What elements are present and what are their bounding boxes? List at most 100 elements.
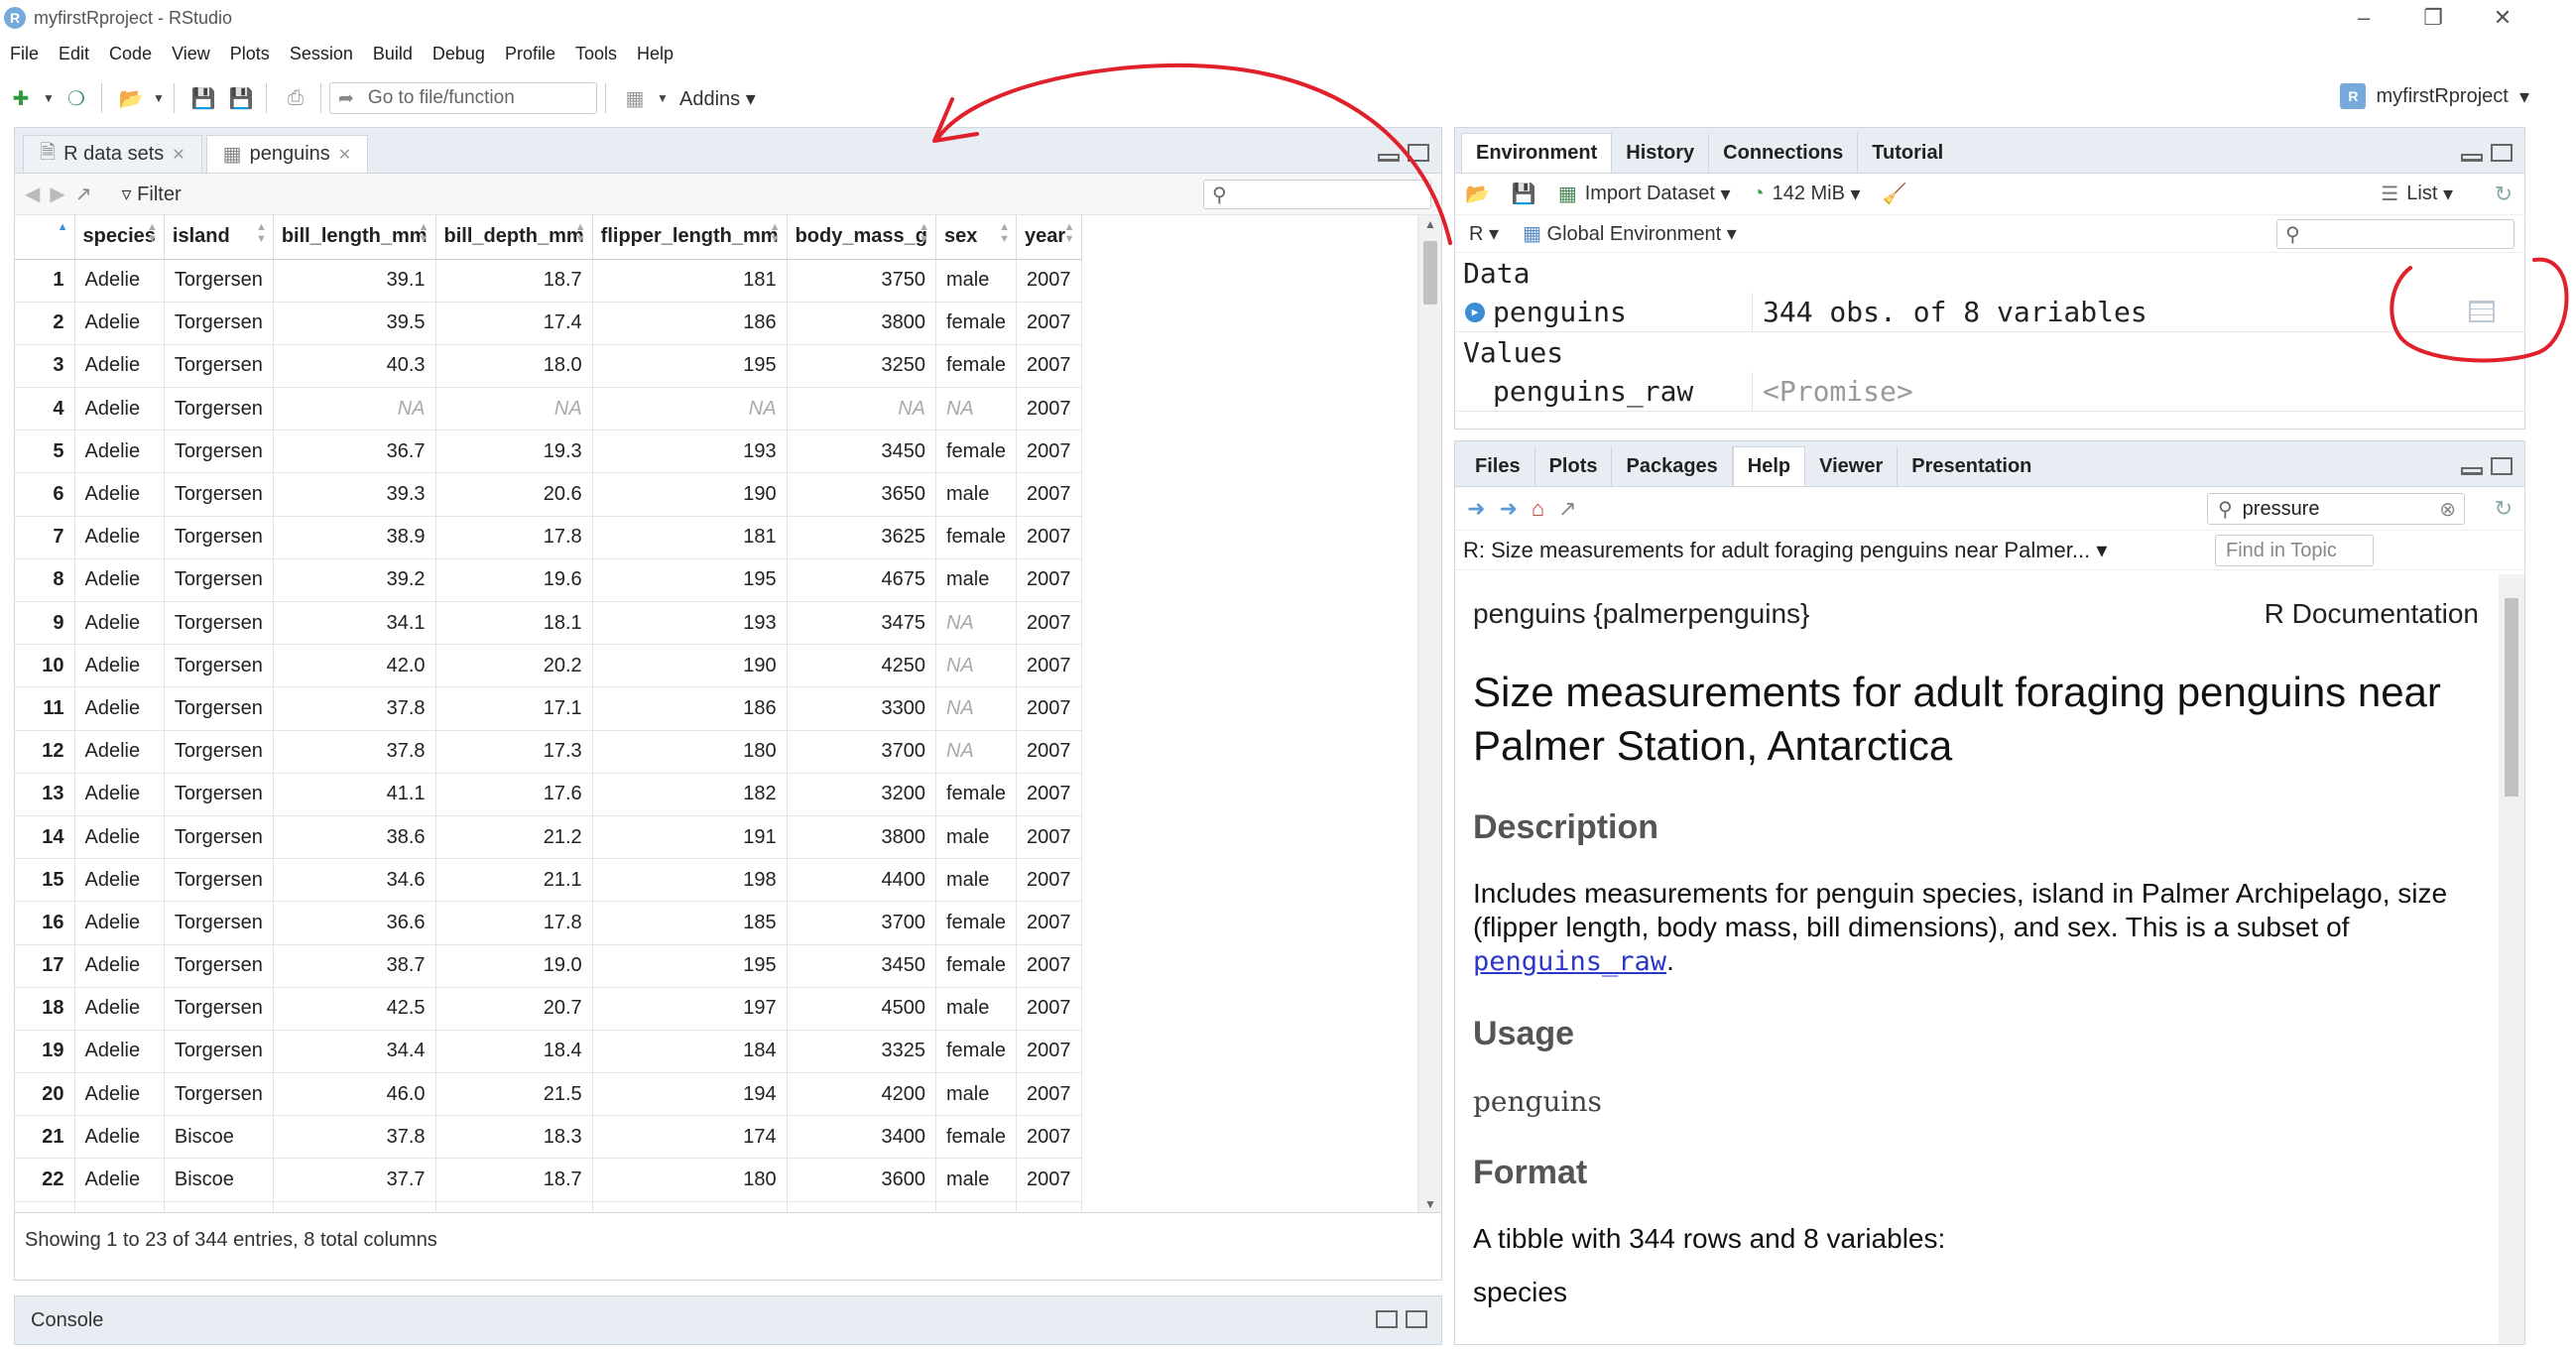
menu-help[interactable]: Help bbox=[627, 44, 683, 64]
forward-arrow-icon[interactable]: ▶ bbox=[50, 182, 64, 206]
save-icon[interactable]: 💾 bbox=[186, 81, 220, 115]
back-arrow-icon[interactable]: ◀ bbox=[25, 182, 40, 206]
viewer-search-input[interactable]: ⚲ bbox=[1203, 180, 1431, 209]
menu-session[interactable]: Session bbox=[280, 44, 363, 64]
column-header[interactable]: bill_length_mm ▲ ▼ bbox=[273, 215, 436, 260]
help-scrollbar[interactable] bbox=[2499, 574, 2524, 1344]
menu-build[interactable]: Build bbox=[363, 44, 423, 64]
sort-arrows-icon[interactable]: ▲ ▼ bbox=[999, 221, 1010, 245]
restore-icon[interactable]: ❐ bbox=[2398, 0, 2468, 36]
refresh-icon[interactable]: ↻ bbox=[2495, 182, 2513, 207]
minimize-pane-icon[interactable] bbox=[1378, 154, 1400, 162]
column-header[interactable]: island ▲ ▼ bbox=[164, 215, 274, 260]
minimize-pane-icon[interactable] bbox=[2461, 467, 2483, 475]
tab-penguins[interactable]: ▦ penguins ✕ bbox=[205, 135, 369, 173]
minimize-icon[interactable]: – bbox=[2329, 0, 2398, 36]
restore-pane-icon[interactable] bbox=[1376, 1310, 1398, 1328]
maximize-pane-icon[interactable] bbox=[2491, 457, 2513, 475]
menu-view[interactable]: View bbox=[162, 44, 220, 64]
scope-select[interactable]: ▦ Global Environment ▾ bbox=[1523, 221, 1737, 246]
menu-code[interactable]: Code bbox=[99, 44, 162, 64]
maximize-pane-icon[interactable] bbox=[1408, 144, 1429, 162]
help-topic-select[interactable]: R: Size measurements for adult foraging … bbox=[1463, 538, 2107, 563]
pane-layout-icon[interactable]: ▦ bbox=[618, 81, 652, 115]
save-all-icon[interactable]: 💾 bbox=[224, 81, 258, 115]
close-tab-icon[interactable]: ✕ bbox=[338, 145, 351, 165]
sort-arrows-icon[interactable]: ▲ ▼ bbox=[419, 221, 429, 245]
row-number-header[interactable]: ▲ bbox=[15, 215, 75, 260]
env-item-penguins-raw[interactable]: penguins_raw <Promise> bbox=[1455, 371, 2524, 412]
sort-arrows-icon[interactable]: ▲ ▼ bbox=[575, 221, 586, 245]
menu-plots[interactable]: Plots bbox=[220, 44, 280, 64]
column-header[interactable]: bill_depth_mm ▲ ▼ bbox=[435, 215, 593, 260]
column-header[interactable]: species ▲ ▼ bbox=[74, 215, 165, 260]
scroll-up-icon[interactable]: ▲ bbox=[1424, 217, 1436, 231]
maximize-pane-icon[interactable] bbox=[1406, 1310, 1427, 1328]
column-header[interactable]: year ▲ ▼ bbox=[1016, 215, 1082, 260]
clear-search-icon[interactable]: ⊗ bbox=[2439, 497, 2456, 522]
sort-arrows-icon[interactable]: ▲ ▼ bbox=[919, 221, 929, 245]
chevron-down-icon[interactable]: ▼ bbox=[152, 81, 166, 115]
language-select[interactable]: R ▾ bbox=[1469, 221, 1499, 246]
tab-files[interactable]: Files bbox=[1461, 446, 1535, 486]
tab-environment[interactable]: Environment bbox=[1461, 133, 1613, 173]
view-mode-button[interactable]: ☰ List ▾ bbox=[2381, 182, 2453, 206]
tab-packages[interactable]: Packages bbox=[1612, 446, 1733, 486]
broom-icon[interactable]: 🧹 bbox=[1883, 182, 1907, 206]
tab-tutorial[interactable]: Tutorial bbox=[1858, 133, 1957, 173]
back-arrow-icon[interactable]: ➜ bbox=[1467, 496, 1485, 522]
refresh-icon[interactable]: ↻ bbox=[2495, 496, 2513, 522]
close-icon[interactable]: ✕ bbox=[2468, 0, 2537, 36]
column-header[interactable]: body_mass_g ▲ ▼ bbox=[787, 215, 936, 260]
project-menu-button[interactable]: R myfirstRproject ▾ bbox=[2340, 83, 2529, 109]
environment-search-input[interactable]: ⚲ bbox=[2276, 219, 2515, 249]
menu-file[interactable]: File bbox=[0, 44, 49, 64]
scroll-thumb[interactable] bbox=[2505, 598, 2518, 797]
new-file-icon[interactable]: ✚ bbox=[4, 81, 38, 115]
print-icon[interactable]: ⎙ bbox=[279, 81, 312, 115]
column-header[interactable]: flipper_length_mm ▲ ▼ bbox=[592, 215, 788, 260]
popout-icon[interactable]: ↗ bbox=[1558, 496, 1576, 522]
help-search-input[interactable]: ⚲ pressure ⊗ bbox=[2207, 493, 2465, 525]
sort-arrows-icon[interactable]: ▲ ▼ bbox=[256, 221, 267, 245]
menu-debug[interactable]: Debug bbox=[423, 44, 495, 64]
addins-button[interactable]: Addins ▾ bbox=[679, 86, 756, 111]
forward-arrow-icon[interactable]: ➜ bbox=[1499, 496, 1517, 522]
memory-usage-button[interactable]: ◔ 142 MiB ▾ bbox=[1753, 182, 1861, 206]
menu-edit[interactable]: Edit bbox=[49, 44, 99, 64]
tab-help[interactable]: Help bbox=[1732, 446, 1806, 486]
tab-connections[interactable]: Connections bbox=[1709, 133, 1859, 173]
tab-presentation[interactable]: Presentation bbox=[1898, 446, 2045, 486]
new-project-icon[interactable]: ❍ bbox=[60, 81, 93, 115]
chevron-down-icon[interactable]: ▼ bbox=[656, 81, 670, 115]
menu-profile[interactable]: Profile bbox=[495, 44, 565, 64]
scroll-thumb[interactable] bbox=[1423, 241, 1437, 305]
console-pane[interactable]: Console bbox=[14, 1295, 1442, 1345]
popout-icon[interactable]: ↗ bbox=[75, 182, 92, 206]
sort-arrows-icon[interactable]: ▲ ▼ bbox=[147, 221, 158, 245]
sort-arrows-icon[interactable]: ▲ bbox=[58, 221, 68, 233]
sort-arrows-icon[interactable]: ▲ ▼ bbox=[770, 221, 781, 245]
tab-r-data-sets[interactable]: 🗎 R data sets ✕ bbox=[23, 135, 202, 173]
open-folder-icon[interactable]: 📂 bbox=[114, 81, 148, 115]
import-dataset-button[interactable]: ▦ Import Dataset ▾ bbox=[1558, 182, 1731, 206]
tab-history[interactable]: History bbox=[1612, 133, 1710, 173]
env-item-penguins[interactable]: ▶ penguins 344 obs. of 8 variables bbox=[1455, 292, 2524, 332]
menu-tools[interactable]: Tools bbox=[565, 44, 627, 64]
goto-file-input[interactable]: ➦ Go to file/function bbox=[329, 82, 597, 114]
scroll-down-icon[interactable]: ▼ bbox=[1424, 1197, 1436, 1211]
chevron-down-icon[interactable]: ▼ bbox=[42, 81, 56, 115]
maximize-pane-icon[interactable] bbox=[2491, 144, 2513, 162]
home-icon[interactable]: ⌂ bbox=[1532, 496, 1544, 522]
find-in-topic-input[interactable]: Find in Topic bbox=[2215, 535, 2374, 566]
tab-plots[interactable]: Plots bbox=[1535, 446, 1613, 486]
filter-button[interactable]: ▿ Filter bbox=[122, 182, 182, 206]
sort-arrows-icon[interactable]: ▲ ▼ bbox=[1064, 221, 1075, 245]
tab-viewer[interactable]: Viewer bbox=[1805, 446, 1899, 486]
save-workspace-icon[interactable]: 💾 bbox=[1512, 182, 1536, 206]
close-tab-icon[interactable]: ✕ bbox=[172, 145, 184, 165]
view-data-icon[interactable] bbox=[2469, 301, 2495, 322]
grid-scrollbar[interactable]: ▲ ▼ bbox=[1417, 215, 1441, 1213]
load-workspace-icon[interactable]: 📂 bbox=[1465, 182, 1490, 206]
column-header[interactable]: sex ▲ ▼ bbox=[935, 215, 1018, 260]
